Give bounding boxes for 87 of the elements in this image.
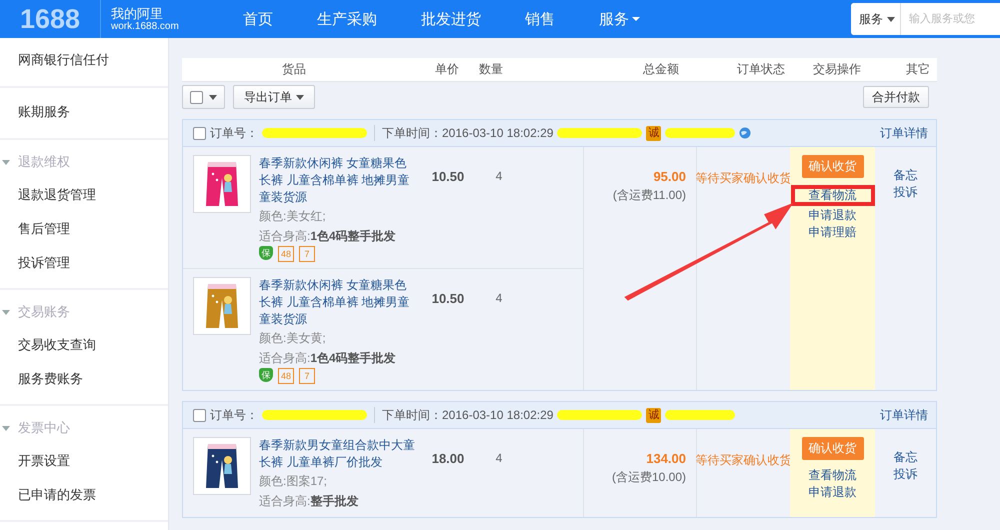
section-title: 发票中心: [18, 419, 70, 437]
checkbox[interactable]: [193, 126, 206, 140]
sidebar-link[interactable]: 退款退货管理: [0, 178, 168, 212]
total-amount: 134.00: [646, 451, 686, 466]
search-field[interactable]: 服务 输入服务或您: [851, 3, 1000, 35]
brand-site: work.1688.com: [111, 20, 180, 32]
section-title: 交易账务: [18, 303, 70, 321]
column-header: 单价: [435, 61, 459, 78]
return-badge: 7: [299, 368, 315, 384]
search-scope-dropdown[interactable]: 服务: [851, 3, 901, 35]
globe-icon[interactable]: [739, 127, 752, 139]
product-color: 颜色:美女黄;: [259, 330, 327, 347]
brand-title: 我的阿里: [111, 6, 164, 20]
product-size: 适合身高:整手批发: [259, 493, 360, 510]
shipping-fee: (含运费10.00): [612, 469, 686, 486]
column-header: 订单状态: [737, 61, 785, 78]
nav-link[interactable]: 销售: [503, 10, 577, 28]
sidebar-link[interactable]: 交易收支查询: [0, 328, 168, 362]
column-header: 货品: [282, 61, 306, 78]
delivery-badge: 48: [278, 368, 294, 384]
caret-icon: [296, 94, 304, 100]
column-header: 数量: [479, 61, 503, 78]
product-title-link[interactable]: 春季新款休闲裤 女童糖果色长裤 儿童含棉单裤 地摊男童童装货源: [259, 277, 417, 328]
sidebar-link[interactable]: 开票设置: [0, 444, 168, 478]
sidebar-link[interactable]: 网商银行信任付: [0, 42, 168, 78]
unit-price: 10.50: [430, 291, 466, 308]
order-time: 下单时间：2016-03-10 18:02:29: [382, 124, 554, 142]
order-status: 等待买家确认收货: [696, 170, 792, 187]
action-link[interactable]: 申请退款: [808, 207, 856, 223]
product-title-link[interactable]: 春季新款男女童组合款中大童长裤 儿童单裤厂价批发: [259, 437, 417, 471]
action-link[interactable]: 申请理赔: [808, 224, 856, 240]
guarantee-badge: 保: [259, 246, 273, 260]
column-header: 总金额: [643, 61, 679, 78]
select-all-dropdown[interactable]: [182, 85, 225, 109]
redaction-mark: [665, 410, 736, 420]
redaction-mark: [665, 128, 736, 138]
section-title: 退款维权: [18, 153, 70, 171]
collapse-icon[interactable]: [2, 310, 10, 314]
column-header: 交易操作: [813, 61, 861, 78]
sidebar-link[interactable]: 投诉管理: [0, 246, 168, 280]
other-link[interactable]: 备忘: [894, 167, 918, 184]
collapse-icon[interactable]: [2, 160, 10, 164]
product-size: 适合身高:1色4码整手批发: [259, 350, 397, 367]
action-link[interactable]: 申请退款: [808, 484, 856, 500]
product-size: 适合身高:1色4码整手批发: [259, 228, 397, 245]
unit-price: 10.50: [430, 169, 466, 186]
action-link[interactable]: 查看物流: [808, 188, 856, 202]
order-detail-link[interactable]: 订单详情: [880, 406, 928, 424]
nav-link[interactable]: 批发进货: [399, 10, 503, 28]
order-number-label: 订单号：: [210, 124, 258, 142]
nav-link[interactable]: 生产采购: [295, 10, 399, 28]
order-detail-link[interactable]: 订单详情: [880, 124, 928, 142]
product-title-link[interactable]: 春季新款休闲裤 女童糖果色长裤 儿童含棉单裤 地摊男童童装货源: [259, 155, 417, 206]
action-link[interactable]: 查看物流: [808, 467, 856, 483]
trust-badge: 诚: [646, 126, 662, 140]
order-status: 等待买家确认收货: [696, 452, 792, 469]
caret-icon: [887, 16, 895, 22]
quantity: 4: [494, 169, 504, 185]
caret-icon: [209, 94, 217, 100]
return-badge: 7: [299, 246, 315, 262]
product-color: 颜色:美女红;: [259, 208, 327, 225]
product-color: 颜色:图案17;: [259, 473, 328, 490]
quantity: 4: [494, 451, 504, 467]
unit-price: 18.00: [430, 451, 466, 468]
sidebar-link[interactable]: 售后管理: [0, 212, 168, 246]
nav-link[interactable]: 服务: [577, 10, 662, 28]
trust-badge: 诚: [646, 408, 662, 422]
other-link[interactable]: 备忘: [894, 449, 918, 466]
sidebar-link[interactable]: 账期服务: [0, 94, 168, 130]
quantity: 4: [494, 291, 504, 307]
guarantee-badge: 保: [259, 368, 273, 382]
delivery-badge: 48: [278, 246, 294, 262]
export-button[interactable]: 导出订单: [233, 85, 315, 109]
collapse-icon[interactable]: [2, 426, 10, 430]
checkbox[interactable]: [193, 408, 206, 422]
total-amount: 95.00: [653, 169, 686, 184]
shipping-fee: (含运费11.00): [612, 187, 686, 204]
sidebar-link[interactable]: 已申请的发票: [0, 478, 168, 512]
sidebar-link[interactable]: 服务费账务: [0, 362, 168, 396]
other-link[interactable]: 投诉: [894, 466, 918, 483]
nav-link[interactable]: 首页: [221, 10, 295, 28]
order-time: 下单时间：2016-03-10 18:02:29: [382, 406, 554, 424]
column-header: 其它: [906, 61, 930, 78]
order-number-label: 订单号：: [210, 406, 258, 424]
checkbox[interactable]: [190, 90, 203, 104]
merge-pay-button[interactable]: 合并付款: [863, 86, 929, 108]
other-link[interactable]: 投诉: [894, 184, 918, 201]
